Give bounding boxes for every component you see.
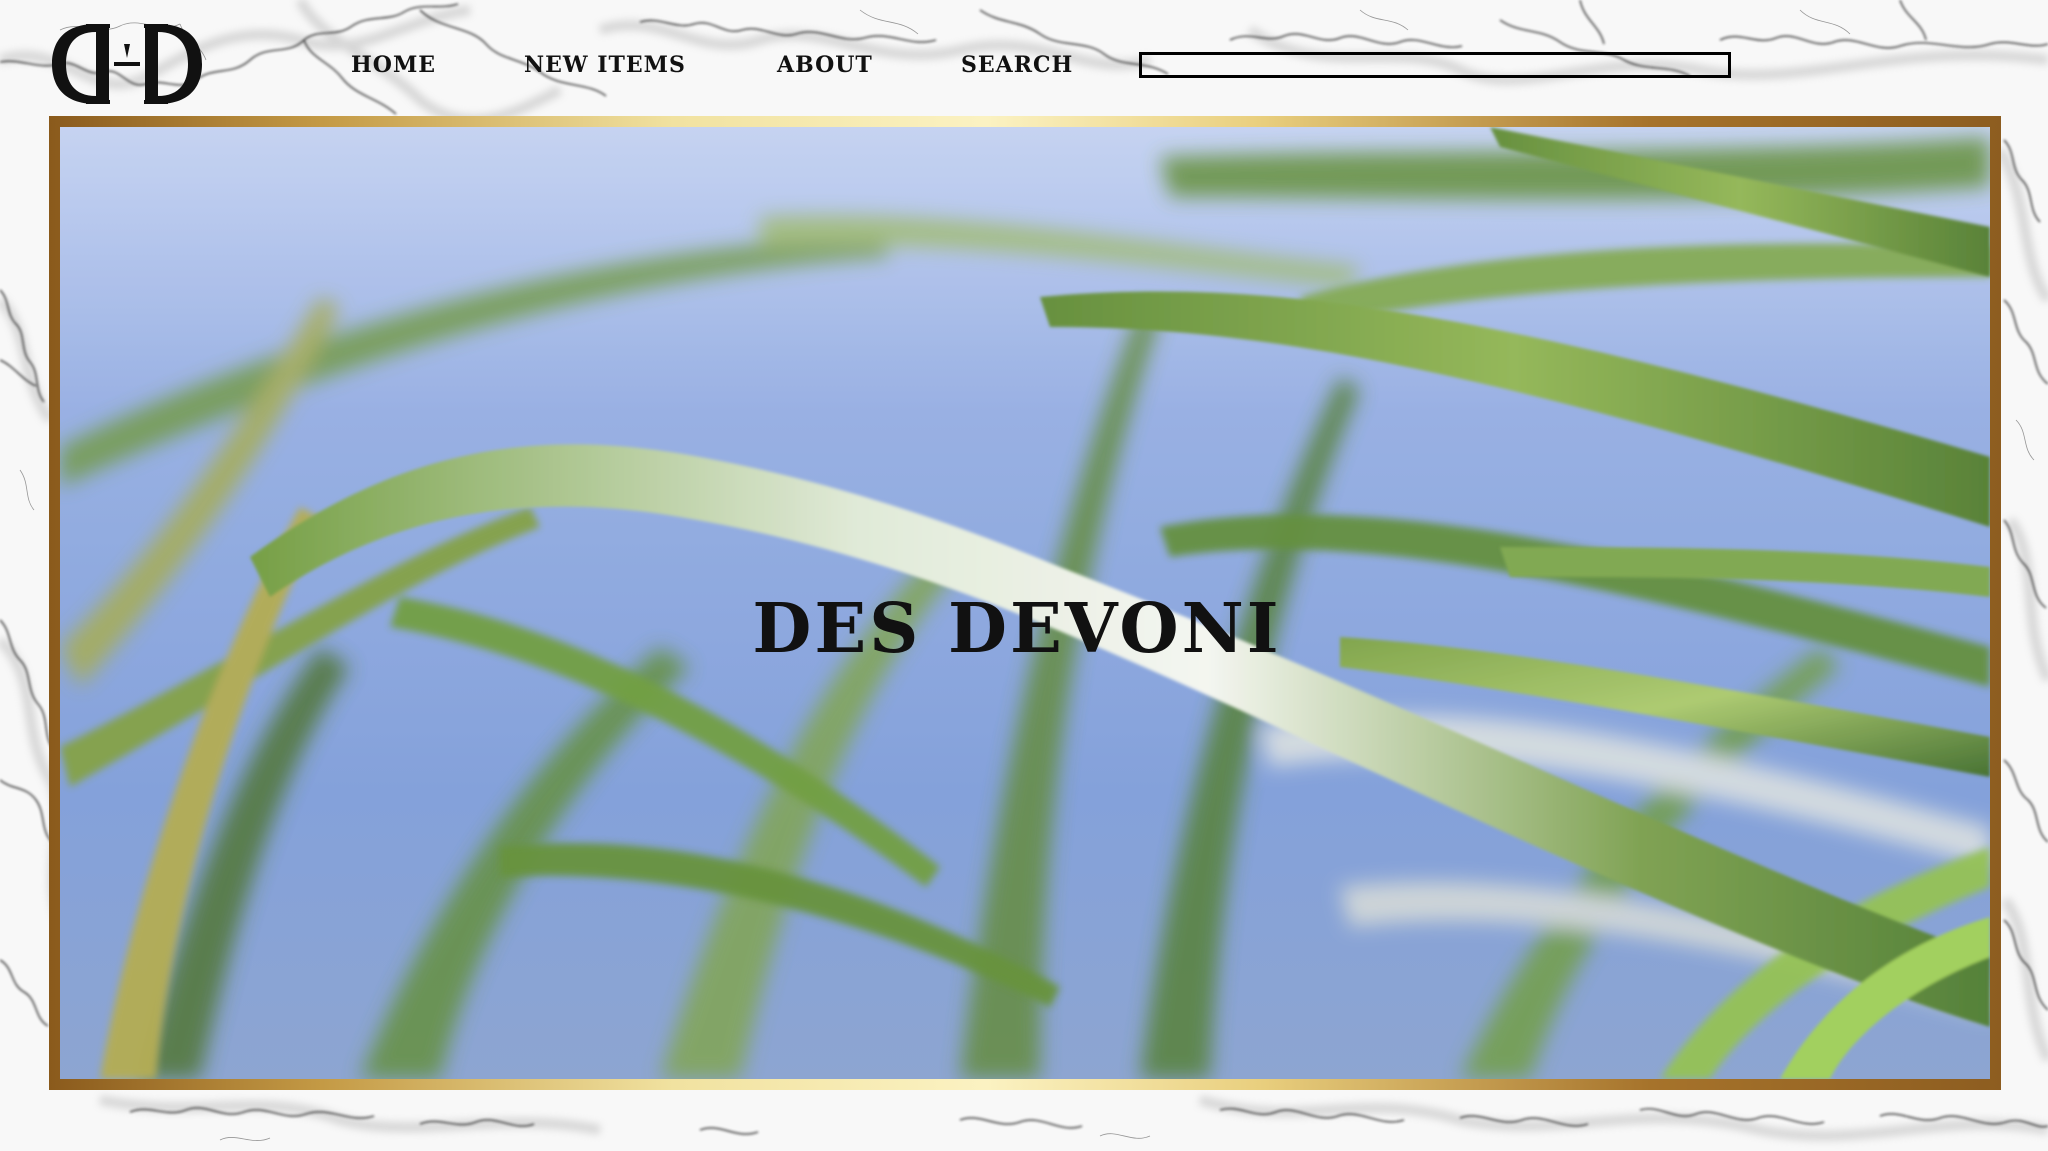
nav-about-link[interactable]: ABOUT: [777, 48, 873, 82]
nav-home-link[interactable]: HOME: [351, 48, 436, 82]
hero-frame: DES DEVONI: [49, 116, 2001, 1090]
brand-logo[interactable]: [52, 18, 202, 110]
nav-search-link[interactable]: SEARCH: [961, 48, 1073, 82]
hero-brand-title: DES DEVONI: [752, 588, 1282, 669]
hero-image: DES DEVONI: [60, 127, 1990, 1079]
nav-new-items-link[interactable]: NEW ITEMS: [524, 48, 686, 82]
search-input[interactable]: [1139, 52, 1731, 78]
